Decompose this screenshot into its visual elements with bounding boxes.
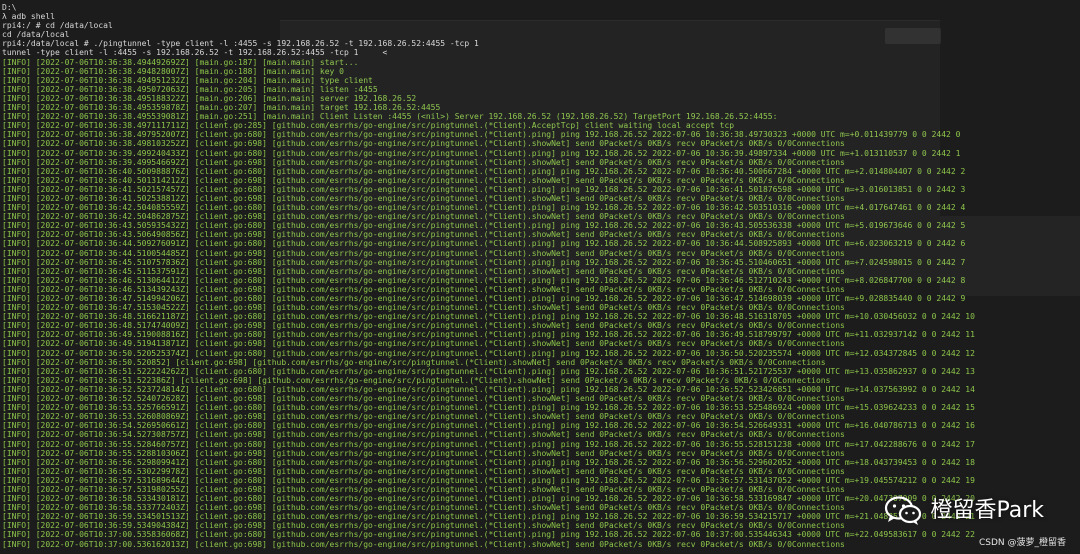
terminal-log-line: [INFO] [2022-07-06T10:36:53.525766591Z] … [2,403,975,413]
watermark: 橙留香Park [884,496,1044,526]
terminal-log-line: [INFO] [2022-07-06T10:36:40.500988876Z] … [2,166,966,176]
terminal-log-line: [INFO] [2022-07-06T10:36:51.522386Z] [cl… [2,375,831,385]
terminal-log-line: [INFO] [2022-07-06T10:36:38.494492692Z] … [2,57,359,67]
terminal-log-line: [INFO] [2022-07-06T10:36:45.510757836Z] … [2,257,966,267]
terminal-log-line: [INFO] [2022-07-06T10:36:56.530229978Z] … [2,466,845,476]
terminal-log-line: [INFO] [2022-07-06T10:36:44.510054485Z] … [2,248,845,258]
terminal-log-line: [INFO] [2022-07-06T10:37:00.535836068Z] … [2,530,975,540]
terminal-log-line: [INFO] [2022-07-06T10:36:43.506490856Z] … [2,230,845,240]
terminal-log-line: [INFO] [2022-07-06T10:36:57.531980255Z] … [2,484,845,494]
terminal-command-line: tunnel -type client -l :4455 -s 192.168.… [2,48,388,58]
terminal-log-line: [INFO] [2022-07-06T10:36:54.527308757Z] … [2,430,845,440]
terminal-log-line: [INFO] [2022-07-06T10:36:51.522224262Z] … [2,366,975,376]
terminal-log-line: [INFO] [2022-07-06T10:36:56.529809941Z] … [2,457,975,467]
terminal-log-line: [INFO] [2022-07-06T10:36:38.495539081Z] … [2,112,778,122]
terminal-log-line: [INFO] [2022-07-06T10:36:48.516621187Z] … [2,312,975,322]
terminal-log-line: [INFO] [2022-07-06T10:36:57.531689644Z] … [2,475,975,485]
terminal-log-line: [INFO] [2022-07-06T10:36:44.509276091Z] … [2,239,966,249]
terminal-log-line: [INFO] [2022-07-06T10:36:52.523724814Z] … [2,384,975,394]
terminal-log-line: [INFO] [2022-07-06T10:36:40.501314212Z] … [2,175,845,185]
terminal-log-line: [INFO] [2022-07-06T10:36:41.502538812Z] … [2,193,845,203]
terminal-log-line: [INFO] [2022-07-06T10:36:38.495188322Z] … [2,93,417,103]
terminal-log-line: [INFO] [2022-07-06T10:36:47.515304522Z] … [2,303,845,313]
wechat-icon [885,496,922,525]
terminal-command-line: D:\ [2,3,17,12]
terminal-log-line: [INFO] [2022-07-06T10:36:46.513064412Z] … [2,275,966,285]
terminal-log-line: [INFO] [2022-07-06T10:36:46.513439243Z] … [2,284,845,294]
terminal-log-line: [INFO] [2022-07-06T10:36:49.519413871Z] … [2,339,845,349]
terminal-log-line: [INFO] [2022-07-06T10:36:38.494951232Z] … [2,75,373,85]
terminal-log-line: [INFO] [2022-07-06T10:36:38.495359878Z] … [2,103,441,113]
terminal-log-line: [INFO] [2022-07-06T10:36:54.526950661Z] … [2,421,975,431]
terminal-log-line: [INFO] [2022-07-06T10:36:38.497111711Z] … [2,121,735,131]
terminal-log-line: [INFO] [2022-07-06T10:36:38.497952007Z] … [2,130,961,140]
background-window-button [885,28,941,44]
terminal-log-line: [INFO] [2022-07-06T10:36:38.495072063Z] … [2,84,378,94]
terminal-command-line: λ adb shell [2,12,55,22]
terminal-log-line: [INFO] [2022-07-06T10:36:42.504085559Z] … [2,203,966,213]
terminal-log-line: [INFO] [2022-07-06T10:36:52.524072628Z] … [2,394,845,404]
terminal-log-line: [INFO] [2022-07-06T10:36:39.499240433Z] … [2,148,961,158]
terminal-log-line: [INFO] [2022-07-06T10:36:43.505935432Z] … [2,221,966,231]
terminal-log-line: [INFO] [2022-07-06T10:36:49.519008816Z] … [2,330,975,340]
terminal-log-line: [INFO] [2022-07-06T10:36:39.499546692Z] … [2,157,845,167]
terminal-log-line: [INFO] [2022-07-06T10:36:42.504862875Z] … [2,212,845,222]
terminal-log-line: [INFO] [2022-07-06T10:36:50.520852] [cli… [2,357,826,367]
terminal-log-line: [INFO] [2022-07-06T10:36:55.528810306Z] … [2,448,845,458]
terminal-log-line: [INFO] [2022-07-06T10:36:38.498103252Z] … [2,139,845,149]
terminal-log-line: [INFO] [2022-07-06T10:36:47.514994206Z] … [2,294,966,303]
terminal-log-line: [INFO] [2022-07-06T10:36:45.511537591Z] … [2,266,845,276]
background-window-panel [940,216,1080,296]
terminal-log-line: [INFO] [2022-07-06T10:36:48.517474009Z] … [2,321,845,331]
terminal-log-line: [INFO] [2022-07-06T10:37:00.536162013Z] … [2,539,845,549]
terminal-log-line: [INFO] [2022-07-06T10:36:41.502157457Z] … [2,184,966,194]
terminal-window[interactable]: D:\ λ adb shell rpi4:/ # cd /data/local cd … [0,0,1080,554]
terminal-output: D:\ λ adb shell rpi4:/ # cd /data/local cd … [0,3,1080,549]
terminal-log-line: [INFO] [2022-07-06T10:36:50.520525374Z] … [2,348,975,358]
watermark-text: 橙留香Park [930,498,1044,524]
terminal-log-line: [INFO] [2022-07-06T10:36:55.528460757Z] … [2,439,975,449]
terminal-log-line: [INFO] [2022-07-06T10:36:38.494828007Z] … [2,66,344,76]
terminal-log-line: [INFO] [2022-07-06T10:36:53.526080869Z] … [2,412,845,422]
csdn-credit: CSDN @菠萝_橙留香 [978,537,1066,548]
